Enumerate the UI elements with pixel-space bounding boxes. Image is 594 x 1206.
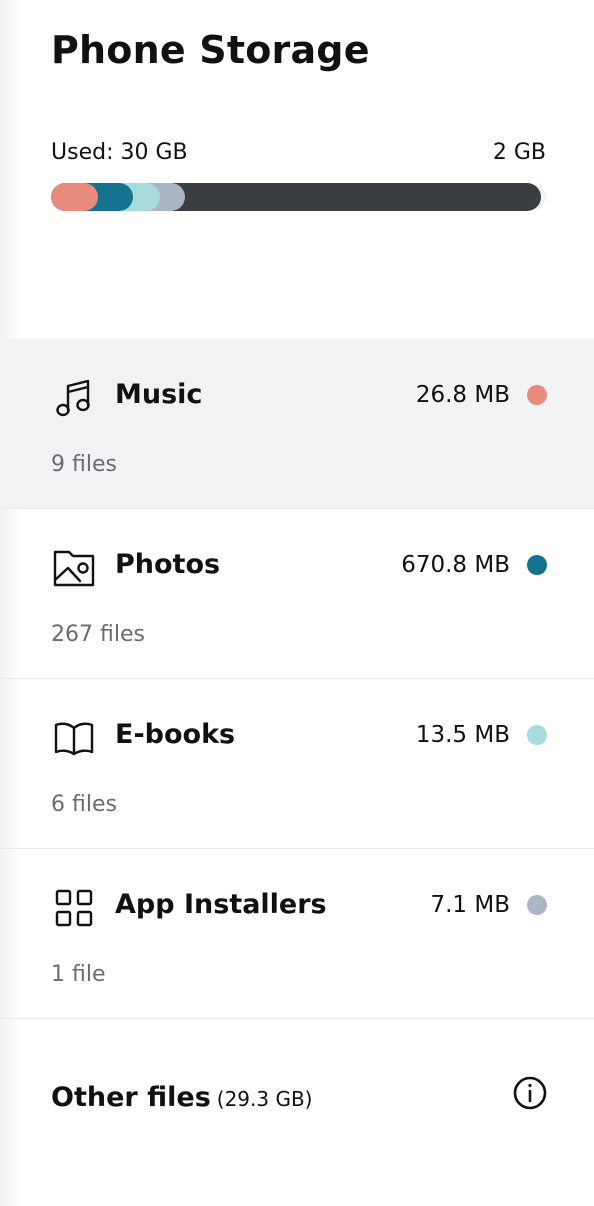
category-color-dot [527, 725, 547, 745]
category-file-count: 1 file [51, 962, 106, 987]
storage-usage-bar [51, 183, 546, 211]
category-file-count: 9 files [51, 452, 117, 477]
other-files-label: Other files [51, 1082, 211, 1113]
category-file-count: 6 files [51, 792, 117, 817]
category-name: App Installers [115, 889, 327, 920]
category-name: E-books [115, 719, 236, 750]
category-music[interactable]: Music 26.8 MB 9 files [0, 339, 594, 509]
category-photos[interactable]: Photos 670.8 MB 267 files [0, 509, 594, 679]
used-label: Used: 30 GB [51, 140, 188, 165]
book-icon [51, 715, 97, 761]
other-files-size: (29.3 GB) [216, 1087, 313, 1111]
usage-bar-segment-music [51, 183, 98, 211]
other-files-row: Other files (29.3 GB) [51, 1080, 312, 1117]
usage-summary: Used: 30 GB 2 GB [51, 138, 546, 168]
category-ebooks[interactable]: E-books 13.5 MB 6 files [0, 679, 594, 849]
category-size: 26.8 MB [415, 382, 510, 408]
storage-page: Phone Storage Used: 30 GB 2 GB Music 26.… [0, 0, 594, 1206]
photo-icon [51, 545, 97, 591]
category-color-dot [527, 385, 547, 405]
category-name: Photos [115, 549, 221, 580]
free-label: 2 GB [492, 140, 546, 165]
music-icon [51, 375, 97, 421]
category-app-installers[interactable]: App Installers 7.1 MB 1 file [0, 849, 594, 1019]
page-title: Phone Storage [51, 28, 370, 72]
category-size: 670.8 MB [401, 552, 510, 578]
category-file-count: 267 files [51, 622, 145, 647]
category-size: 13.5 MB [415, 722, 510, 748]
info-icon[interactable] [511, 1074, 549, 1112]
category-color-dot [527, 555, 547, 575]
category-name: Music [115, 379, 203, 410]
category-size: 7.1 MB [430, 892, 510, 918]
grid-icon [51, 885, 97, 931]
category-color-dot [527, 895, 547, 915]
